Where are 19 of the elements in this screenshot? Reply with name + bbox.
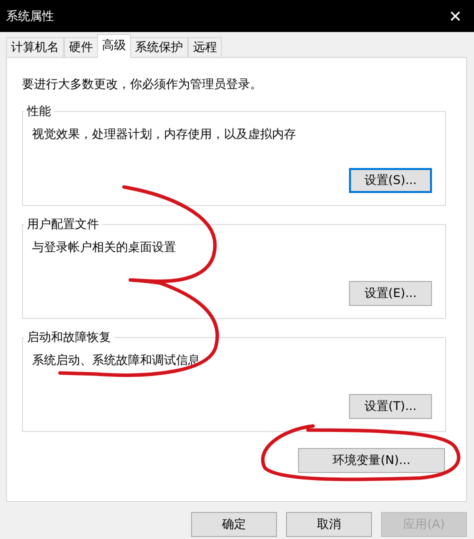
window-title: 系统属性 — [6, 8, 54, 24]
group-title: 性能 — [24, 103, 54, 120]
group-title: 用户配置文件 — [24, 216, 102, 233]
tab[interactable]: 计算机名 — [6, 37, 64, 57]
admin-notice: 要进行大多数更改，你必须作为管理员登录。 — [22, 76, 263, 93]
settings-button[interactable]: 设置(S)... — [349, 168, 432, 193]
tab[interactable]: 远程 — [188, 37, 222, 57]
tab[interactable]: 系统保护 — [130, 37, 188, 57]
settings-button[interactable]: 设置(T)... — [349, 394, 432, 419]
tab[interactable]: 硬件 — [64, 37, 98, 57]
environment-variables-button[interactable]: 环境变量(N)... — [298, 448, 445, 473]
dialog-button[interactable]: 确定 — [191, 512, 277, 537]
tab[interactable]: 高级 — [97, 34, 131, 58]
close-button[interactable]: ✕ — [444, 6, 466, 26]
group-title: 启动和故障恢复 — [24, 329, 114, 346]
dialog-button[interactable]: 取消 — [286, 512, 372, 537]
group-description: 视觉效果，处理器计划，内存使用，以及虚拟内存 — [32, 126, 297, 143]
group-description: 与登录帐户相关的桌面设置 — [32, 239, 177, 256]
settings-button[interactable]: 设置(E)... — [349, 281, 432, 306]
